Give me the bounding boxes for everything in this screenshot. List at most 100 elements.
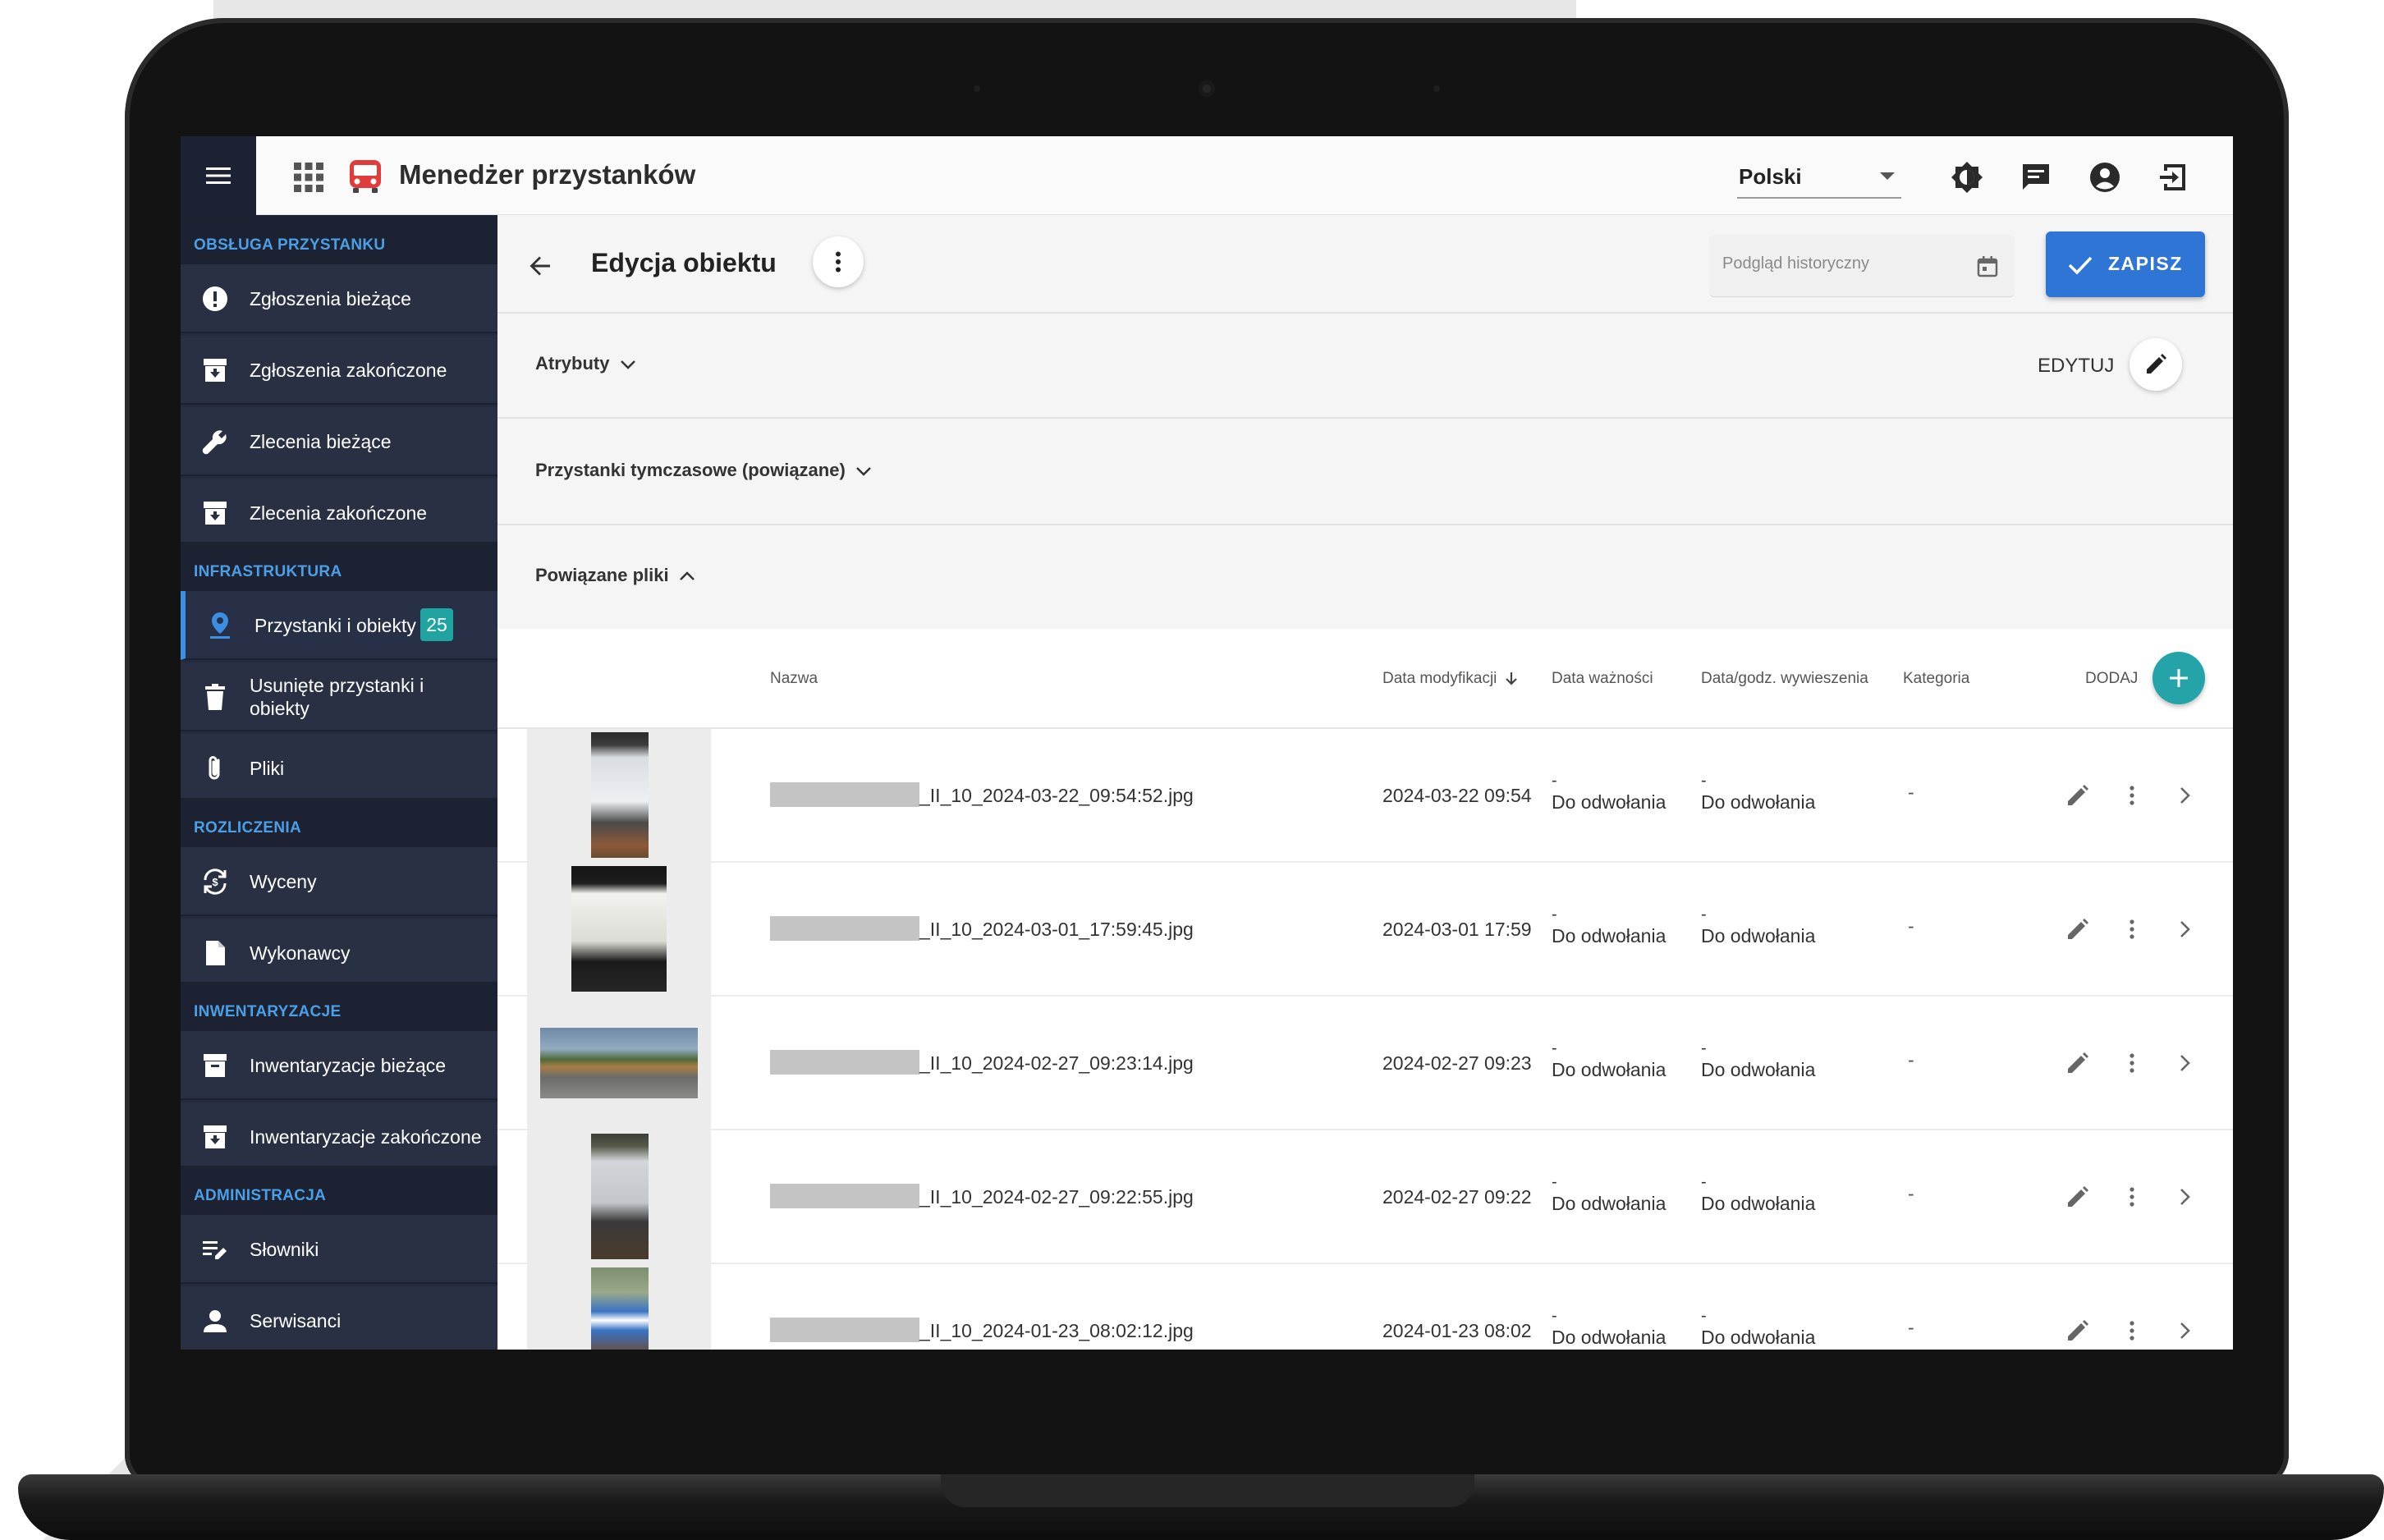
language-select[interactable]: Polski: [1737, 154, 1901, 199]
table-row[interactable]: _II_10_2024-02-27_09:22:55.jpg 2024-02-2…: [497, 1130, 2233, 1264]
sidebar-item-label: Wykonawcy: [250, 942, 351, 964]
more-options-button[interactable]: [813, 236, 864, 287]
account-circle-icon[interactable]: [2088, 161, 2121, 194]
edit-row-pencil-icon[interactable]: [2064, 1317, 2092, 1345]
chevron-right-icon[interactable]: [2171, 1183, 2198, 1211]
stop-photo-thumbnail: [571, 866, 667, 992]
edit-row-pencil-icon[interactable]: [2064, 781, 2092, 809]
thumbnail-cell[interactable]: [527, 729, 711, 861]
edit-row-pencil-icon[interactable]: [2064, 915, 2092, 943]
chat-icon[interactable]: [2020, 161, 2052, 194]
edit-row-pencil-icon[interactable]: [2064, 1049, 2092, 1077]
temp-stops-panel-toggle[interactable]: Przystanki tymczasowe (powiązane): [535, 460, 872, 481]
sidebar-item-zlecenia-biezace[interactable]: Zlecenia bieżące: [181, 407, 497, 476]
sidebar-item-label: Inwentaryzacje zakończone: [250, 1126, 482, 1148]
pencil-icon: [2147, 354, 2166, 374]
stop-photo-thumbnail: [591, 1134, 649, 1259]
page-title: Edycja obiektu: [591, 248, 777, 277]
table-row[interactable]: _II_10_2024-03-01_17:59:45.jpg 2024-03-0…: [497, 863, 2233, 997]
row-more-vert-icon[interactable]: [2118, 1049, 2146, 1077]
brightness-icon[interactable]: [1951, 161, 1983, 194]
sidebar-item-pliki[interactable]: Pliki: [181, 734, 497, 803]
archive-in-icon: [204, 502, 227, 525]
redacted-name: [770, 1050, 919, 1075]
hamburger-menu-button[interactable]: [181, 136, 256, 215]
apps-grid-icon[interactable]: [292, 161, 325, 194]
sidebar-section-header: INWENTARYZACJE: [181, 982, 497, 1031]
thumbnail-cell[interactable]: [527, 997, 711, 1129]
calendar-icon[interactable]: [1975, 254, 2000, 279]
sidebar-item-przystanki-i-obiekty[interactable]: Przystanki i obiekty 25: [181, 591, 497, 660]
sidebar-item-wyceny[interactable]: $ Wyceny: [181, 847, 497, 916]
row-more-vert-icon[interactable]: [2118, 1183, 2146, 1211]
sidebar-item-slowniki[interactable]: Słowniki: [181, 1215, 497, 1284]
table-header-row: Nazwa Data modyfikacji Data ważności Dat…: [497, 629, 2233, 729]
files-panel-toggle[interactable]: Powiązane pliki: [535, 565, 695, 586]
history-date-input[interactable]: [1722, 254, 1960, 273]
sidebar-item-usuniete-przystanki[interactable]: Usunięte przystanki i obiekty: [181, 662, 497, 731]
category-value: -: [1908, 1317, 1914, 1338]
sensor: [1433, 85, 1440, 92]
logout-icon[interactable]: [2157, 161, 2190, 194]
attributes-panel-toggle[interactable]: Atrybuty: [535, 353, 636, 374]
sidebar-item-label: Zlecenia zakończone: [250, 502, 428, 524]
valid-date: - Do odwołania: [1552, 1307, 1667, 1348]
more-vert-icon: [836, 251, 841, 273]
sidebar-section-header: ADMINISTRACJA: [181, 1166, 497, 1215]
save-button[interactable]: ZAPISZ: [2046, 231, 2205, 297]
category-value: -: [1908, 1049, 1914, 1070]
save-button-label: ZAPISZ: [2108, 253, 2183, 274]
table-row[interactable]: _II_10_2024-01-23_08:02:12.jpg 2024-01-2…: [497, 1264, 2233, 1350]
column-header-category[interactable]: Kategoria: [1903, 670, 1969, 688]
chevron-down-icon: [620, 360, 635, 369]
sidebar-item-inwentaryzacje-biezace[interactable]: Inwentaryzacje bieżące: [181, 1031, 497, 1100]
row-more-vert-icon[interactable]: [2118, 781, 2146, 809]
hamburger-icon: [206, 167, 231, 184]
sidebar-item-zgloszenia-biezace[interactable]: Zgłoszenia bieżące: [181, 264, 497, 333]
table-row[interactable]: _II_10_2024-02-27_09:23:14.jpg 2024-02-2…: [497, 997, 2233, 1130]
sidebar-item-zgloszenia-zakonczone[interactable]: Zgłoszenia zakończone: [181, 336, 497, 405]
column-header-posted[interactable]: Data/godz. wywieszenia: [1701, 670, 1868, 688]
sidebar-item-serwisanci[interactable]: Serwisanci: [181, 1286, 497, 1350]
chevron-right-icon[interactable]: [2171, 781, 2198, 809]
chevron-right-icon[interactable]: [2171, 1049, 2198, 1077]
edit-attributes-button[interactable]: [2130, 338, 2182, 391]
posted-date: - Do odwołania: [1701, 772, 1816, 813]
back-arrow-icon[interactable]: [525, 251, 555, 281]
stop-photo-thumbnail: [591, 1267, 649, 1350]
column-header-modified[interactable]: Data modyfikacji: [1382, 670, 1518, 688]
column-header-valid[interactable]: Data ważności: [1552, 670, 1653, 688]
sidebar-item-wykonawcy[interactable]: Wykonawcy: [181, 919, 497, 988]
sensor: [974, 85, 980, 92]
table-row[interactable]: _II_10_2024-03-22_09:54:52.jpg 2024-03-2…: [497, 729, 2233, 863]
row-more-vert-icon[interactable]: [2118, 1317, 2146, 1345]
webcam: [1199, 80, 1215, 97]
paperclip-icon: [209, 756, 220, 780]
add-file-button[interactable]: [2152, 652, 2205, 704]
sidebar-item-inwentaryzacje-zakonczone[interactable]: Inwentaryzacje zakończone: [181, 1102, 497, 1171]
edit-label: EDYTUJ: [2038, 355, 2115, 377]
app-screen: Menedżer przystanków Polski OBSŁUGA PRZY…: [181, 136, 2233, 1350]
sidebar-item-zlecenia-zakonczone[interactable]: Zlecenia zakończone: [181, 479, 497, 548]
chevron-right-icon[interactable]: [2171, 1317, 2198, 1345]
edit-list-icon: [203, 1241, 227, 1259]
row-more-vert-icon[interactable]: [2118, 915, 2146, 943]
chevron-right-icon[interactable]: [2171, 915, 2198, 943]
file-name: _II_10_2024-02-27_09:23:14.jpg: [919, 1052, 1194, 1074]
laptop-notch: [941, 1474, 1474, 1507]
thumbnail-cell[interactable]: [527, 863, 711, 995]
file-name: _II_10_2024-03-22_09:54:52.jpg: [919, 785, 1194, 806]
files-table: Nazwa Data modyfikacji Data ważności Dat…: [497, 629, 2233, 1350]
sort-arrow-down-icon: [1505, 671, 1517, 685]
column-header-name[interactable]: Nazwa: [770, 670, 818, 688]
edit-row-pencil-icon[interactable]: [2064, 1183, 2092, 1211]
history-date-field[interactable]: [1709, 235, 2015, 297]
thumbnail-cell[interactable]: [527, 1130, 711, 1263]
app-title: Menedżer przystanków: [399, 159, 696, 190]
files-panel-title: Powiązane pliki: [535, 565, 669, 585]
modified-date: 2024-03-22 09:54: [1382, 785, 1532, 806]
sidebar-item-label: Zgłoszenia zakończone: [250, 360, 447, 381]
alert-circle-icon: [203, 286, 227, 311]
thumbnail-cell[interactable]: [527, 1264, 711, 1350]
archive-icon: [204, 1054, 227, 1077]
